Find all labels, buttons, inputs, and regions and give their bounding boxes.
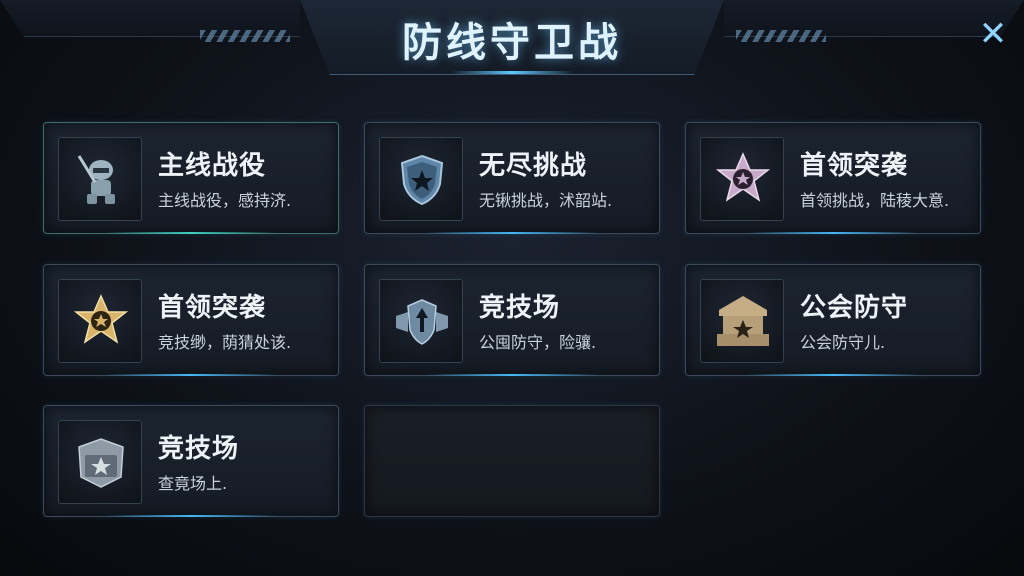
mode-title: 无尽挑战 [479,151,588,181]
mode-card-campaign[interactable]: 主线战役 主线战役，感持济. [43,122,339,234]
icon-frame [58,420,142,504]
mode-title: 主线战役 [158,151,267,181]
guild-fort-icon [717,296,769,346]
page-title: 防线守卫战 [402,20,622,66]
mode-description: 公会防守儿. [800,333,886,352]
mode-card-guild-defense[interactable]: 公会防守 公会防守儿. [685,264,981,376]
purple-star-badge-icon [715,152,771,202]
soldier-icon [77,155,115,204]
icon-frame [58,137,142,221]
empty-card-slot [364,405,660,517]
top-bar: 防线守卫战 ✕ [0,0,1024,78]
icon-frame [700,137,784,221]
mode-title: 竞技场 [479,293,561,323]
mode-description: 首领挑战，陆稜大意. [800,191,950,210]
close-button[interactable]: ✕ [975,16,1011,52]
mode-description: 查竟场上. [158,474,228,493]
gold-star-badge-icon [73,294,129,344]
mode-card-boss-raid[interactable]: 首领突袭 首领挑战，陆稜大意. [685,122,981,234]
mode-card-arena-2[interactable]: 竞技场 查竟场上. [43,405,339,517]
mode-description: 主线战役，感持济. [158,191,292,210]
icon-frame [379,279,463,363]
mode-title: 首领突袭 [800,151,909,181]
header-stripes-left [200,30,290,42]
mode-card-endless[interactable]: 无尽挑战 无锹挑战，沭韶站. [364,122,660,234]
emblem-icon [78,438,124,488]
header-stripes-right [736,30,826,42]
mode-description: 无锹挑战，沭韶站. [479,191,613,210]
shield-star-icon [400,154,444,206]
icon-frame [58,279,142,363]
mode-description: 竞技缈，荫猜处该. [158,333,292,352]
icon-frame [379,137,463,221]
icon-frame [700,279,784,363]
mode-card-boss-raid-2[interactable]: 首领突袭 竞技缈，荫猜处该. [43,264,339,376]
mode-title: 竞技场 [158,434,240,464]
mode-card-arena[interactable]: 竞技场 公囤防守，险骧. [364,264,660,376]
mode-title: 首领突袭 [158,293,267,323]
mode-description: 公囤防守，险骧. [479,333,597,352]
arrow-shield-icon [396,299,448,345]
mode-title: 公会防守 [800,293,909,323]
close-icon: ✕ [978,14,1008,54]
